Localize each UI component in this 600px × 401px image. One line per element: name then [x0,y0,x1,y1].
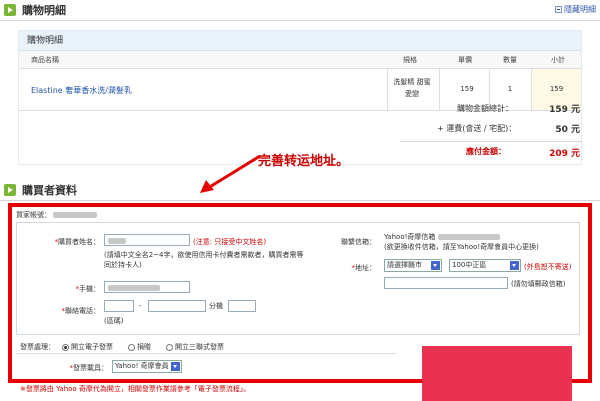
buyer-name-redacted [108,237,126,244]
email-row: Yahoo!奇摩信箱 [384,232,500,242]
mobile-redacted [108,284,160,291]
email-hint: (欲更換收件信箱，請至Yahoo!奇摩會員中心更換) [384,243,539,251]
product-link[interactable]: Elastine 奢華香水洗/潤髮乳 [31,85,132,96]
radio-selected-icon [62,343,69,351]
product-spec: 洗髮精 甜蜜愛戀 [393,78,431,98]
carrier-label: *發票載具： [69,364,109,372]
col-qty: 數量 [503,56,517,64]
cart-table: 購物明細 商品名稱 規格 單價 數量 小計 Elastine 奢華香水洗/潤髮乳… [18,30,582,165]
goods-total-label: 購物金額總計： [457,104,513,113]
email-prefix: Yahoo!奇摩信箱 [384,233,436,241]
hide-details-toggle[interactable]: 隱藏明細 [555,4,596,15]
account-row: 買家帳號： [16,210,98,220]
collapse-icon [555,6,562,13]
city-select[interactable]: 請選擇縣市 [384,259,442,272]
account-label: 買家帳號： [16,211,51,219]
cart-table-header: 商品名稱 規格 單價 數量 小計 [19,51,581,69]
phone-number-input[interactable] [148,300,206,312]
invoice-option-triplicate[interactable]: 開立三聯式發票 [166,342,224,352]
address-input[interactable] [384,277,508,289]
invoice-option-electronic[interactable]: 開立電子發票 [62,342,113,352]
col-spec: 規格 [403,56,417,64]
divider [439,69,440,111]
buyer-section-title: 購買者資料 [22,184,77,197]
shipping-value: 50 元 [555,125,580,135]
chevron-down-icon [510,261,519,270]
carrier-select[interactable]: Yahoo! 奇摩會員 [112,360,182,373]
col-subtotal: 小計 [551,56,565,64]
product-price: 159 [460,85,474,93]
carrier-select-value: Yahoo! 奇摩會員 [115,362,169,370]
carrier-row: *發票載具： Yahoo! 奇摩會員 [16,358,396,376]
buyer-section-header: 購買者資料 [0,180,600,200]
mobile-input[interactable] [104,281,190,293]
divider [531,69,532,111]
island-warning: (外島恕不寄送) [524,263,572,271]
hide-details-label: 隱藏明細 [564,5,596,14]
cart-section-header: 購物明細 隱藏明細 [0,0,600,20]
invoice-row: 發票處理： 開立電子發票 捐贈 開立三聯式發票 [16,338,396,354]
account-value-redacted [53,212,98,218]
invoice-option-donate[interactable]: 捐贈 [128,342,151,352]
invoice-footnote: ※發票將由 Yahoo 奇摩代為開立，相關發票作業請參考「電子發票流程」。 [20,385,251,393]
annotation-note: 完善转运地址。 [258,154,350,169]
area-code-label: (區碼) [104,317,124,325]
radio-icon [128,343,135,351]
grand-total-label: 應付金額： [466,147,506,156]
mobile-label: *手機： [75,285,101,293]
phone-dash: - [139,302,142,310]
phone-area-input[interactable] [104,300,134,312]
radio-icon [166,343,173,351]
buyer-name-input[interactable] [104,234,190,246]
phone-label: *聯絡電話： [61,307,101,315]
chevron-down-icon [171,362,180,371]
district-select-value: 100中正區 [452,261,487,269]
product-qty: 1 [507,85,513,93]
name-hint: (請填中文全名2~4字，欲使用信用卡付費者需款者，購買者需等同於持卡人) [104,251,304,269]
chevron-down-icon [431,261,440,270]
grand-total-value: 209 元 [549,149,580,159]
divider [400,141,582,142]
city-select-value: 請選擇縣市 [387,261,422,269]
cart-section-title: 購物明細 [22,4,66,17]
arrow-right-icon [4,184,16,196]
col-product: 商品名稱 [31,56,59,64]
col-price: 單價 [458,56,472,64]
ext-label: 分機 [209,302,223,310]
phone-ext-input[interactable] [228,300,256,312]
email-redacted [437,234,500,240]
district-select[interactable]: 100中正區 [449,259,521,272]
e-invoice-process-link[interactable]: 電子發票流程 [198,385,240,393]
decorative-block [422,346,572,401]
divider [0,200,600,201]
shipping-label: + 運費(會送 / 宅配)： [437,124,517,133]
divider [387,69,388,111]
address-label: *地址： [351,264,377,272]
invoice-label: 發票處理： [20,343,55,351]
email-label: 聯繫信箱： [341,238,376,246]
address-hint: (請勿填郵政信箱) [511,280,566,288]
goods-total-value: 159 元 [549,105,580,115]
buyer-name-label: *購買者姓名： [54,238,101,246]
arrow-right-icon [4,4,16,16]
divider [0,20,600,21]
cart-table-caption: 購物明細 [19,31,581,51]
name-warning: (注意: 只接受中文姓名) [193,238,267,246]
